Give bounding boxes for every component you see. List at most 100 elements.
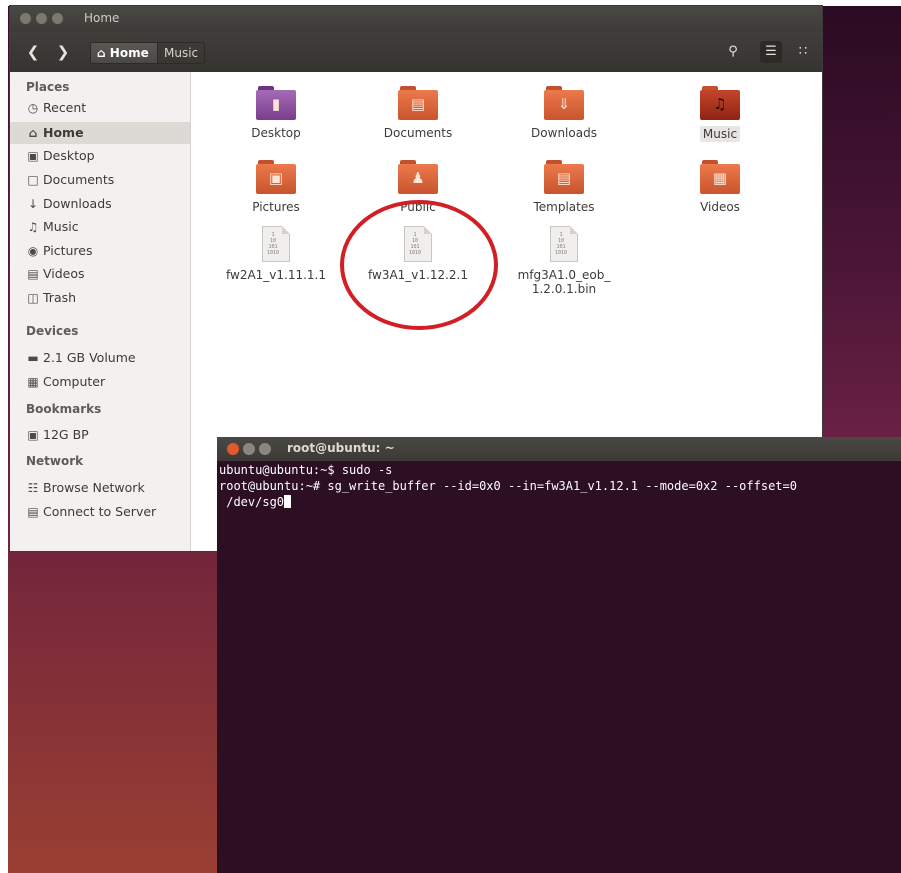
breadcrumb-home[interactable]: ⌂ Home [90, 42, 158, 64]
sidebar-item-12g-bp[interactable]: ▣ 12G BP [26, 424, 89, 446]
list-view-icon[interactable]: ☰ [760, 41, 782, 63]
folder-pictures[interactable]: ▣ Pictures [221, 160, 331, 214]
document-icon: □ [27, 173, 39, 187]
server-icon: ▤ [27, 505, 39, 519]
sidebar-heading-network: Network [26, 454, 84, 468]
camera-icon: ◉ [27, 244, 39, 258]
sidebar-item-label: Pictures [43, 243, 93, 258]
pictures-folder-icon: ▣ [256, 160, 296, 194]
sidebar-item-recent[interactable]: ◷ Recent [26, 97, 86, 119]
terminal-line-current: /dev/sg0 [219, 494, 899, 510]
computer-icon: ▦ [27, 375, 39, 389]
terminal-output[interactable]: ubuntu@ubuntu:~$ sudo -s root@ubuntu:~# s… [219, 462, 899, 510]
folder-icon: ▣ [27, 149, 39, 163]
sidebar-item-label: Desktop [43, 148, 95, 163]
sidebar-item-label: Music [43, 219, 79, 234]
item-label: Desktop [251, 126, 301, 140]
item-label: Documents [383, 126, 453, 140]
file-manager-titlebar[interactable]: Home [10, 6, 822, 32]
documents-folder-icon: ▤ [398, 86, 438, 120]
forward-button[interactable]: ❯ [52, 41, 74, 63]
annotation-circle [340, 200, 498, 330]
sidebar-item-trash[interactable]: ◫ Trash [26, 287, 76, 309]
sidebar-item-label: Computer [43, 374, 106, 389]
sidebar-item-label: 2.1 GB Volume [43, 350, 136, 365]
sidebar-item-label: Home [43, 125, 84, 140]
file-fw2a1[interactable]: 1 10 101 1010 fw2A1_v1.11.1.1 [221, 226, 331, 282]
sidebar-item-label: Videos [43, 266, 85, 281]
film-icon: ▤ [27, 267, 39, 281]
sidebar-item-label: Browse Network [43, 480, 145, 495]
window-title: Home [84, 11, 120, 25]
terminal-line: /dev/sg0 [219, 495, 285, 509]
music-icon: ♫ [27, 220, 39, 234]
videos-folder-icon: ▦ [700, 160, 740, 194]
grid-view-icon[interactable]: ∷ [792, 41, 814, 63]
sidebar-item-browse-network[interactable]: ☷ Browse Network [26, 477, 145, 499]
close-window-button[interactable] [227, 443, 239, 455]
folder-videos[interactable]: ▦ Videos [665, 160, 775, 214]
public-folder-icon: ♟ [398, 160, 438, 194]
item-label: fw2A1_v1.11.1.1 [225, 268, 327, 282]
sidebar-item-label: Trash [43, 290, 77, 305]
terminal-title: root@ubuntu: ~ [287, 441, 395, 455]
sidebar-item-connect-server[interactable]: ▤ Connect to Server [26, 501, 156, 523]
sidebar-item-label: Recent [43, 100, 87, 115]
sidebar-item-documents[interactable]: □ Documents [26, 169, 114, 191]
folder-downloads[interactable]: ⇓ Downloads [509, 86, 619, 140]
terminal-cursor [284, 495, 292, 508]
back-button[interactable]: ❮ [22, 41, 44, 63]
music-folder-icon: ♫ [700, 86, 740, 120]
sidebar-item-home[interactable]: ⌂ Home [26, 122, 84, 144]
downloads-folder-icon: ⇓ [544, 86, 584, 120]
drive-icon: ▬ [27, 351, 39, 365]
clock-icon: ◷ [27, 101, 39, 115]
item-label-line2: 1.2.0.1.bin [531, 282, 597, 296]
maximize-window-button[interactable] [259, 443, 271, 455]
folder-icon: ▣ [27, 428, 39, 442]
trash-icon: ◫ [27, 291, 39, 305]
item-label: Downloads [531, 126, 597, 140]
sidebar-heading-devices: Devices [26, 324, 79, 338]
item-label: Templates [533, 200, 595, 214]
sidebar-item-label: Connect to Server [43, 504, 157, 519]
sidebar: Places ◷ Recent ⌂ Home ▣ Desktop □ Documents… [10, 72, 191, 551]
item-label: Pictures [252, 200, 300, 214]
templates-folder-icon: ▤ [544, 160, 584, 194]
sidebar-heading-places: Places [26, 80, 70, 94]
file-manager-toolbar: ❮ ❯ ⌂ Home Music ⚲ ☰ ∷ [10, 32, 822, 72]
sidebar-item-music[interactable]: ♫ Music [26, 216, 79, 238]
item-label: Videos [700, 200, 740, 214]
minimize-window-button[interactable] [243, 443, 255, 455]
home-icon: ⌂ [97, 46, 106, 60]
folder-templates[interactable]: ▤ Templates [509, 160, 619, 214]
folder-music[interactable]: ♫ Music [665, 86, 775, 142]
sidebar-item-downloads[interactable]: ↓ Downloads [26, 193, 112, 215]
sidebar-item-pictures[interactable]: ◉ Pictures [26, 240, 93, 262]
maximize-window-button[interactable] [52, 13, 63, 24]
folder-icon: ▮ [256, 86, 296, 120]
sidebar-item-volume[interactable]: ▬ 2.1 GB Volume [26, 347, 136, 369]
search-icon[interactable]: ⚲ [722, 41, 744, 63]
minimize-window-button[interactable] [36, 13, 47, 24]
sidebar-item-label: Downloads [43, 196, 112, 211]
terminal-titlebar[interactable]: root@ubuntu: ~ [217, 437, 901, 461]
sidebar-item-label: 12G BP [43, 427, 89, 442]
sidebar-item-videos[interactable]: ▤ Videos [26, 263, 85, 285]
sidebar-item-computer[interactable]: ▦ Computer [26, 371, 105, 393]
sidebar-heading-bookmarks: Bookmarks [26, 402, 102, 416]
sidebar-item-desktop[interactable]: ▣ Desktop [26, 145, 95, 167]
close-window-button[interactable] [20, 13, 31, 24]
item-label: Music [699, 126, 741, 142]
sidebar-item-label: Documents [43, 172, 115, 187]
item-label-line1: mfg3A1.0_eob_ [517, 268, 611, 282]
folder-desktop[interactable]: ▮ Desktop [221, 86, 331, 140]
download-icon: ↓ [27, 197, 39, 211]
folder-documents[interactable]: ▤ Documents [363, 86, 473, 140]
home-icon: ⌂ [28, 126, 38, 140]
text-file-icon: 1 10 101 1010 [550, 226, 578, 262]
breadcrumb-music[interactable]: Music [158, 42, 206, 64]
text-file-icon: 1 10 101 1010 [262, 226, 290, 262]
file-mfg3a1[interactable]: 1 10 101 1010 mfg3A1.0_eob_ 1.2.0.1.bin [509, 226, 619, 296]
breadcrumb-home-label: Home [109, 46, 149, 60]
